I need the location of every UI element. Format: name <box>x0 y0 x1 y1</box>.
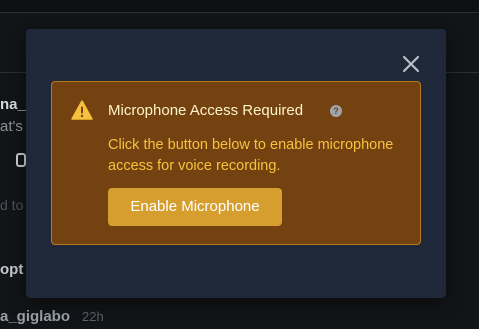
warning-triangle-icon <box>71 100 93 120</box>
enable-microphone-button[interactable]: Enable Microphone <box>108 188 282 226</box>
background-device-icon <box>16 153 26 167</box>
background-username: na_ <box>0 96 26 113</box>
alert-title: Microphone Access Required <box>108 102 304 119</box>
help-circle-icon[interactable]: ? <box>330 105 342 117</box>
background-message-snippet: at's <box>0 118 23 135</box>
background-username: a_giglabo <box>0 308 71 325</box>
close-icon <box>402 55 420 73</box>
background-timestamp: 22h <box>82 309 104 324</box>
close-button[interactable] <box>401 54 421 74</box>
background-message-snippet: d to <box>0 197 24 213</box>
background-top-bar <box>0 0 479 13</box>
alert-description: Click the button below to enable microph… <box>108 137 394 174</box>
background-username: opt <box>0 261 24 278</box>
app-window: na_ at's d to opt a_giglabo 22h Micropho… <box>0 0 479 329</box>
warning-alert: Microphone Access Required ? Click the b… <box>51 81 421 245</box>
microphone-permission-modal: Microphone Access Required ? Click the b… <box>26 29 446 298</box>
